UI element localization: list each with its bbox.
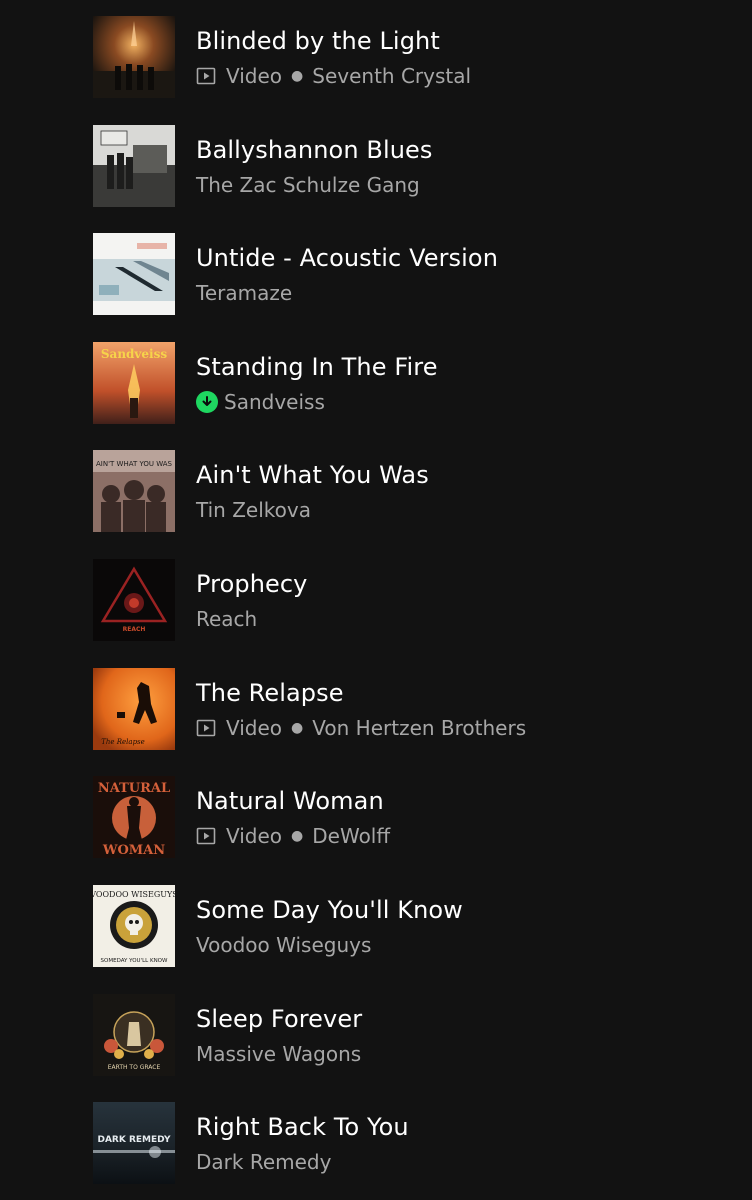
separator-dot: ●	[291, 828, 304, 844]
track-title: Ain't What You Was	[196, 461, 429, 489]
track-meta: Video ● Von Hertzen Brothers	[196, 715, 526, 741]
track-title: Sleep Forever	[196, 1005, 363, 1033]
downloaded-icon	[196, 391, 218, 413]
cover-text: NATURAL	[98, 781, 170, 796]
video-icon	[196, 826, 216, 846]
track-row[interactable]: Ballyshannon Blues The Zac Schulze Gang	[92, 125, 732, 207]
cover-text: SOMEDAY YOU'LL KNOW	[101, 958, 168, 964]
track-row[interactable]: AIN'T WHAT YOU WAS Ain't What You Was Ti…	[92, 450, 732, 532]
track-row[interactable]: Untide - Acoustic Version Teramaze	[92, 233, 732, 315]
cover-text: VOODOO WISEGUYS	[93, 890, 175, 899]
track-kind: Video	[226, 64, 283, 88]
separator-dot: ●	[291, 68, 304, 84]
track-meta: Sandveiss	[196, 389, 325, 415]
album-cover: The Relapse	[93, 668, 175, 750]
album-cover: DARK REMEDY	[93, 1102, 175, 1184]
album-cover: REACH	[93, 559, 175, 641]
track-title: The Relapse	[196, 679, 344, 707]
track-title: Some Day You'll Know	[196, 896, 463, 924]
track-row[interactable]: Sandveiss Standing In The Fire Sandveiss	[92, 342, 732, 424]
track-artist[interactable]: Voodoo Wiseguys	[196, 932, 371, 958]
track-title: Right Back To You	[196, 1113, 409, 1141]
track-artist[interactable]: Teramaze	[196, 280, 292, 306]
track-title: Ballyshannon Blues	[196, 136, 433, 164]
track-row[interactable]: The Relapse The Relapse Video ● Von Hert…	[92, 668, 732, 750]
cover-text: REACH	[123, 626, 146, 633]
album-cover: VOODOO WISEGUYS SOMEDAY YOU'LL KNOW	[93, 885, 175, 967]
album-cover: NATURAL WOMAN	[93, 776, 175, 858]
track-meta: Tin Zelkova	[196, 497, 311, 523]
track-artist[interactable]: The Zac Schulze Gang	[196, 172, 420, 198]
track-meta: Video ● DeWolff	[196, 823, 390, 849]
track-artist[interactable]: Sandveiss	[224, 389, 325, 415]
video-icon	[196, 718, 216, 738]
track-meta: Video ● Seventh Crystal	[196, 63, 471, 89]
cover-text: DARK REMEDY	[98, 1135, 171, 1145]
cover-text: AIN'T WHAT YOU WAS	[96, 460, 173, 468]
track-kind: Video	[226, 824, 283, 848]
track-meta: The Zac Schulze Gang	[196, 172, 420, 198]
track-row[interactable]: DARK REMEDY Right Back To You Dark Remed…	[92, 1102, 732, 1184]
album-cover: AIN'T WHAT YOU WAS	[93, 450, 175, 532]
track-meta: Teramaze	[196, 280, 292, 306]
track-artist[interactable]: Seventh Crystal	[312, 63, 471, 89]
cover-text: EARTH TO GRACE	[108, 1064, 161, 1071]
track-artist[interactable]: Massive Wagons	[196, 1041, 361, 1067]
track-meta: Voodoo Wiseguys	[196, 932, 371, 958]
track-row[interactable]: VOODOO WISEGUYS SOMEDAY YOU'LL KNOW Some…	[92, 885, 732, 967]
track-title: Natural Woman	[196, 787, 384, 815]
album-cover: Sandveiss	[93, 342, 175, 424]
track-meta: Dark Remedy	[196, 1149, 331, 1175]
track-meta: Massive Wagons	[196, 1041, 361, 1067]
track-artist[interactable]: DeWolff	[312, 823, 390, 849]
separator-dot: ●	[291, 720, 304, 736]
track-meta: Reach	[196, 606, 257, 632]
track-artist[interactable]: Reach	[196, 606, 257, 632]
track-row[interactable]: Blinded by the Light Video ● Seventh Cry…	[92, 16, 732, 98]
video-icon	[196, 66, 216, 86]
track-artist[interactable]: Von Hertzen Brothers	[312, 715, 526, 741]
album-cover	[93, 125, 175, 207]
track-row[interactable]: EARTH TO GRACE Sleep Forever Massive Wag…	[92, 994, 732, 1076]
track-artist[interactable]: Dark Remedy	[196, 1149, 331, 1175]
album-cover	[93, 16, 175, 98]
track-title: Prophecy	[196, 570, 308, 598]
track-title: Blinded by the Light	[196, 27, 440, 55]
track-row[interactable]: REACH Prophecy Reach	[92, 559, 732, 641]
album-cover: EARTH TO GRACE	[93, 994, 175, 1076]
track-kind: Video	[226, 716, 283, 740]
track-artist[interactable]: Tin Zelkova	[196, 497, 311, 523]
track-row[interactable]: NATURAL WOMAN Natural Woman Video ● DeWo…	[92, 776, 732, 858]
track-title: Untide - Acoustic Version	[196, 244, 499, 272]
album-cover	[93, 233, 175, 315]
cover-text: Sandveiss	[101, 347, 167, 361]
track-title: Standing In The Fire	[196, 353, 438, 381]
cover-text: WOMAN	[102, 843, 165, 858]
cover-text: The Relapse	[101, 738, 145, 746]
